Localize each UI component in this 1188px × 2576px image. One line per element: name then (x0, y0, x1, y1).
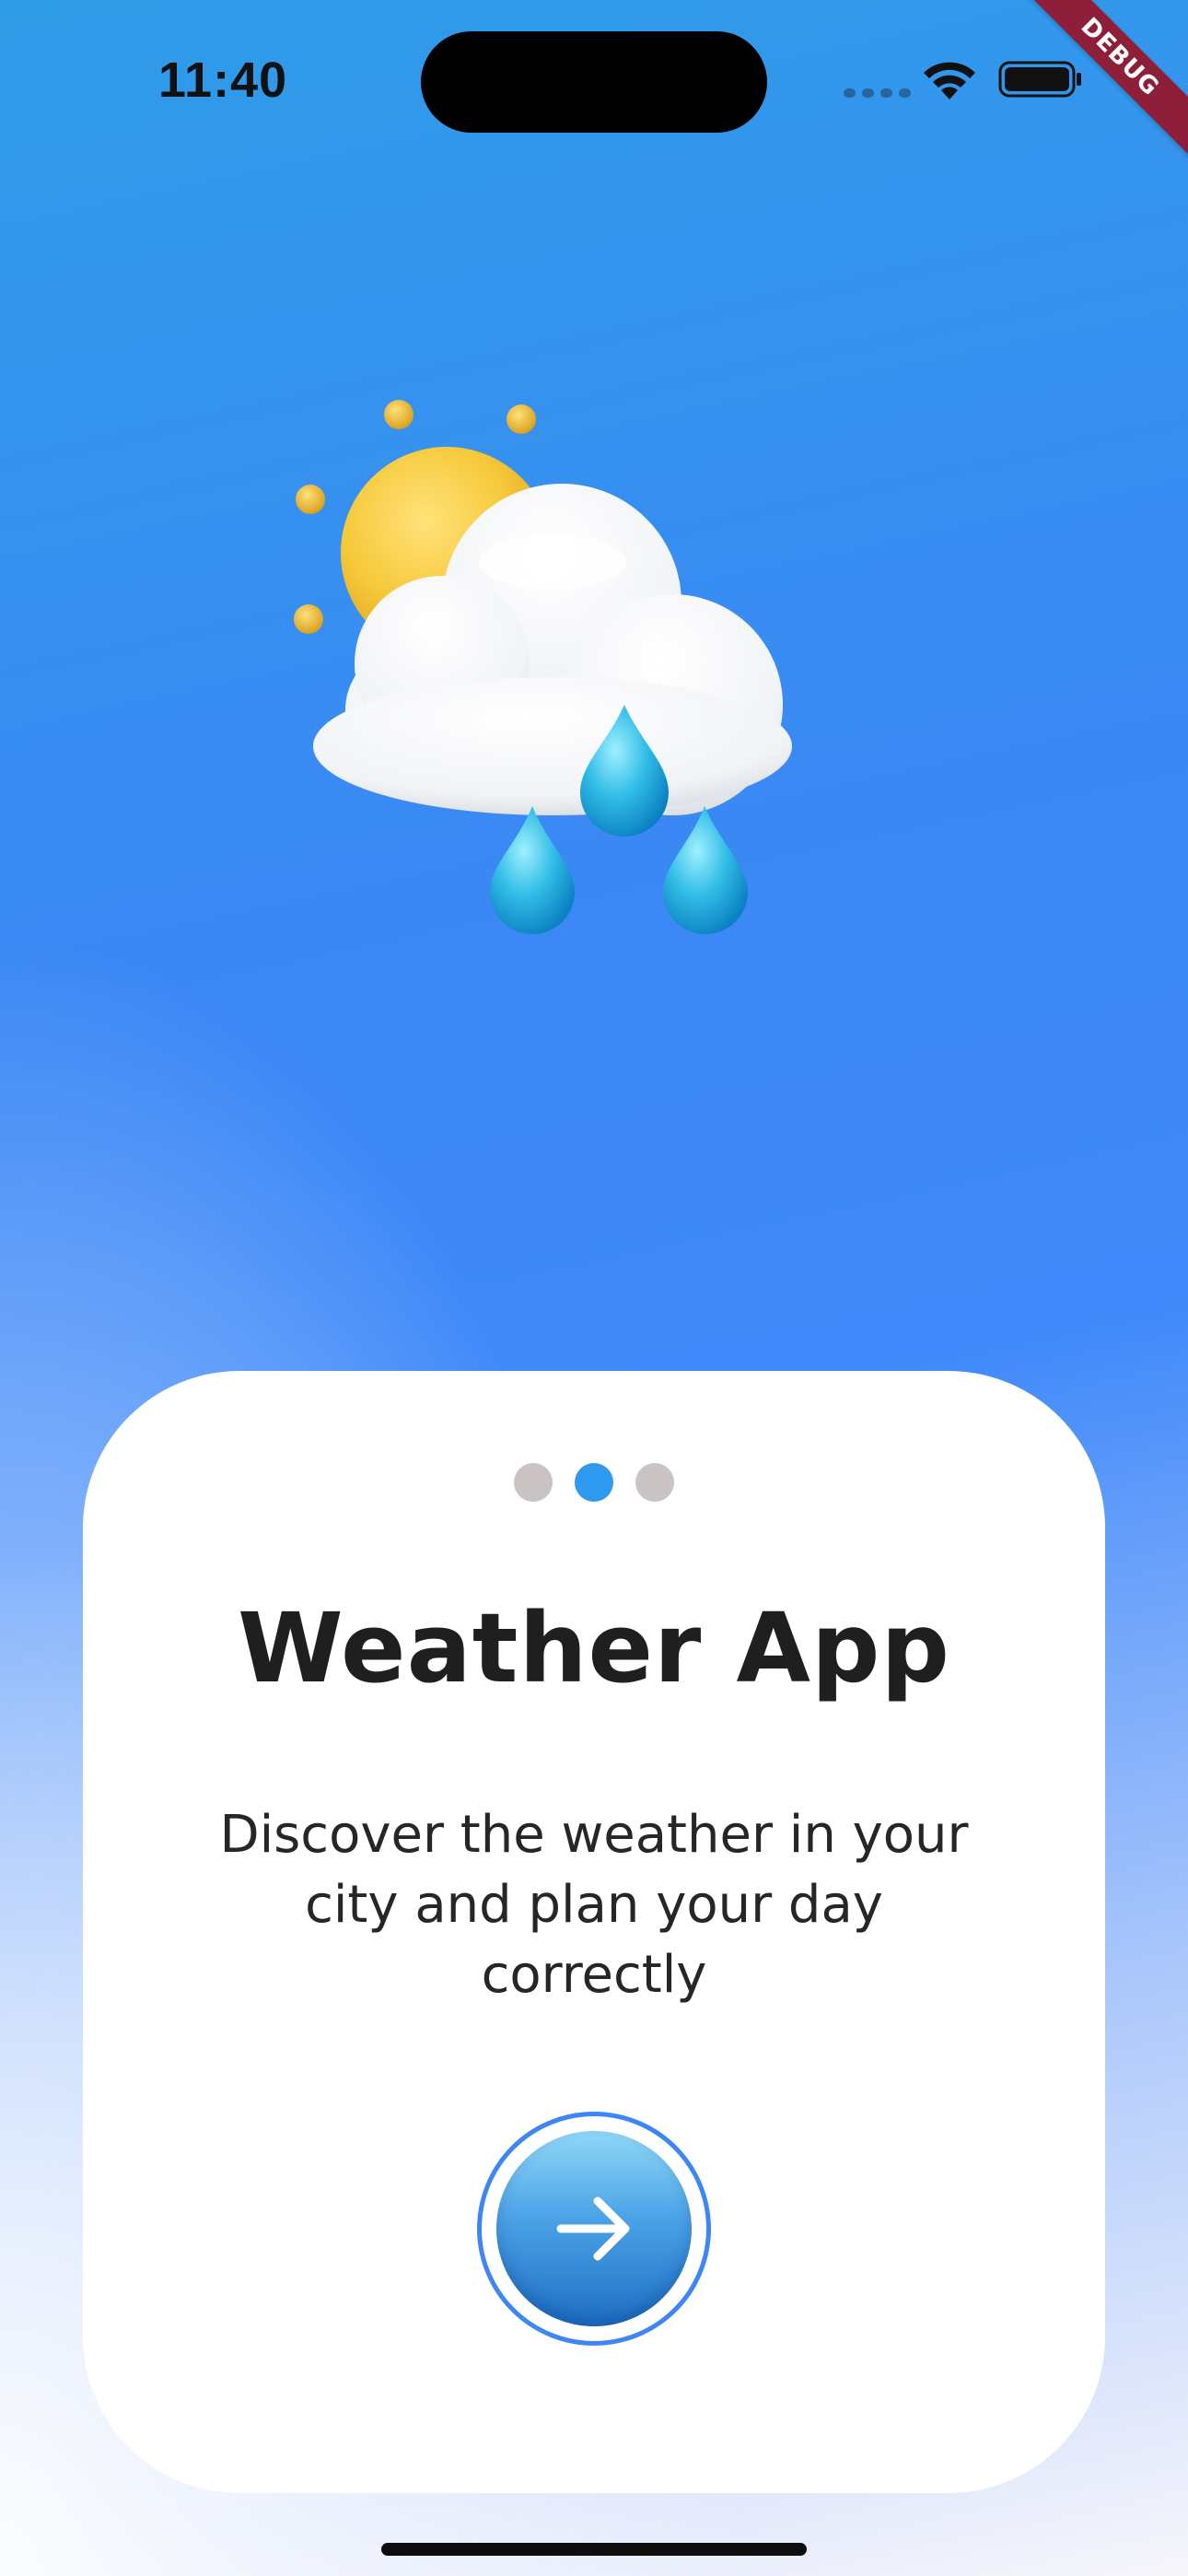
next-button[interactable] (477, 2112, 711, 2346)
onboarding-description: Discover the weather in your city and pl… (219, 1805, 969, 2005)
cellular-signal-icon (844, 88, 911, 98)
onboarding-title: Weather App (238, 1592, 950, 1704)
battery-icon (998, 61, 1081, 98)
dynamic-island (421, 31, 767, 133)
wifi-icon (924, 62, 975, 100)
page-dot-1[interactable] (514, 1463, 553, 1502)
status-time: 11:40 (158, 53, 288, 108)
page-dot-2[interactable] (575, 1463, 613, 1502)
arrow-right-icon (556, 2196, 630, 2261)
page-dot-3[interactable] (635, 1463, 674, 1502)
home-indicator[interactable] (381, 2543, 807, 2556)
next-button-fill[interactable] (496, 2131, 692, 2326)
onboarding-card: Weather App Discover the weather in your… (83, 1371, 1105, 2493)
status-bar: 11:40 (0, 0, 1188, 157)
partly-cloudy-rain-icon (294, 400, 792, 934)
page-indicator (83, 1463, 1105, 1502)
